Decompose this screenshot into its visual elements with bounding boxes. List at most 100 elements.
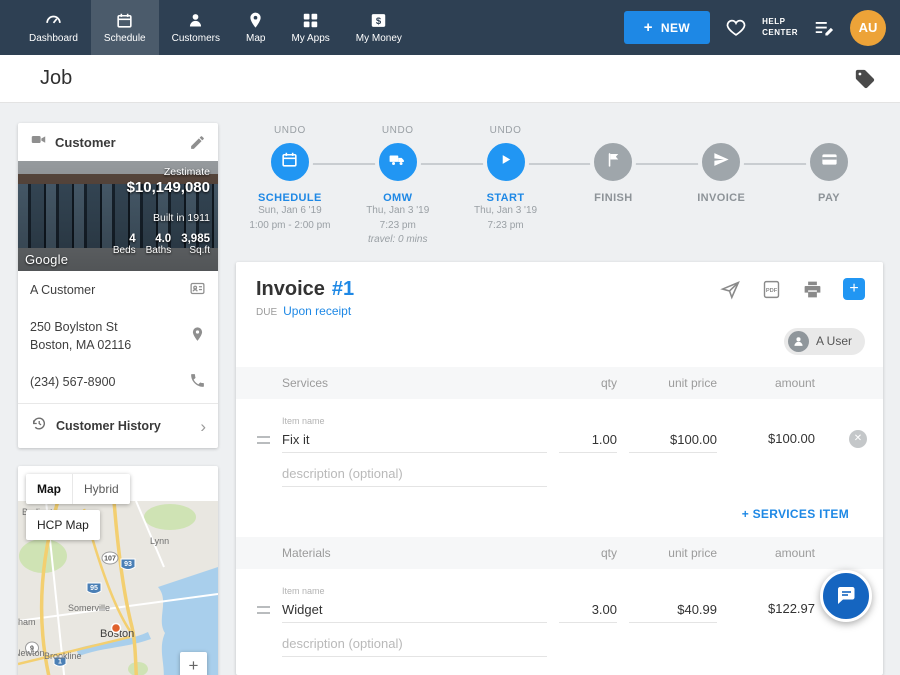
material-name-input[interactable] (282, 599, 547, 622)
calendar-icon (115, 11, 134, 30)
customer-name: A Customer (30, 283, 95, 297)
plus-icon: + (644, 20, 653, 35)
due-terms-link[interactable]: Upon receipt (283, 304, 351, 318)
svg-text:93: 93 (124, 561, 132, 568)
history-icon (30, 415, 47, 437)
built-year: Built in 1911 (127, 212, 210, 224)
content-area: Customer Zestimate $10,149,080 Built in … (0, 103, 900, 675)
send-icon (712, 150, 731, 174)
step-omw-button[interactable] (375, 139, 421, 185)
chat-fab-button[interactable] (820, 570, 872, 622)
nav-schedule[interactable]: Schedule (91, 0, 159, 55)
print-icon[interactable] (802, 279, 823, 300)
svg-text:95: 95 (90, 585, 98, 592)
user-avatar[interactable]: AU (850, 10, 886, 46)
main-column: UNDO SCHEDULE Sun, Jan 6 '19 1:00 pm - 2… (236, 123, 883, 675)
service-name-input[interactable] (282, 429, 547, 452)
step-schedule-button[interactable] (267, 139, 313, 185)
undo-schedule-button[interactable]: UNDO (274, 123, 306, 137)
step-start-button[interactable] (483, 139, 529, 185)
help-center-link[interactable]: HELP CENTER (762, 17, 798, 39)
svg-text:107: 107 (104, 556, 116, 563)
heart-hands-icon[interactable] (725, 17, 747, 39)
unit-price-column-header: unit price (629, 376, 717, 390)
step-finish-button[interactable] (590, 139, 636, 185)
nav-my-apps-label: My Apps (291, 33, 329, 44)
nav-dashboard[interactable]: Dashboard (16, 0, 91, 55)
unit-price-column-header: unit price (629, 546, 717, 560)
undo-start-button[interactable]: UNDO (490, 123, 522, 137)
chevron-right-icon: › (200, 418, 206, 435)
edit-list-icon[interactable] (813, 17, 835, 39)
add-services-item-button[interactable]: + SERVICES ITEM (742, 507, 849, 521)
step-invoice: INVOICE (667, 123, 775, 248)
material-item-row: Item name $122.97 (236, 569, 883, 623)
add-invoice-item-button[interactable]: + (843, 278, 865, 300)
customer-card-header: Customer (18, 123, 218, 161)
service-description-row (236, 453, 883, 503)
flag-icon (604, 150, 623, 174)
customer-card-title: Customer (55, 135, 181, 150)
zestimate-value: $10,149,080 (127, 179, 210, 196)
customer-address-row: 250 Boylston St Boston, MA 02116 (18, 309, 218, 363)
step-pay-label: PAY (818, 192, 840, 204)
material-description-input[interactable] (282, 633, 547, 656)
step-schedule-date: Sun, Jan 6 '19 (258, 204, 322, 219)
map-label-somerville: Somerville (68, 603, 110, 613)
app-root: Dashboard Schedule Customers Map My Apps… (0, 0, 900, 675)
map-zoom-control: + − (180, 652, 207, 675)
assignee-chip[interactable]: A User (784, 328, 865, 355)
beds-stat: 4Beds (113, 233, 136, 256)
invoice-header: Invoice #1 PDF + DUE Upon receipt (236, 262, 883, 318)
zoom-in-button[interactable]: + (180, 652, 207, 675)
remove-service-item-button[interactable]: ✕ (849, 430, 867, 448)
property-photo[interactable]: Zestimate $10,149,080 Built in 1911 4Bed… (18, 161, 218, 271)
service-unit-price-input[interactable] (629, 429, 717, 452)
material-qty-input[interactable] (559, 599, 617, 622)
drag-handle-icon[interactable] (257, 606, 270, 614)
property-stats: 4Beds 4.0Baths 3,985Sq.ft (113, 233, 210, 256)
edit-pencil-icon[interactable] (189, 134, 206, 151)
shield-93-icon: 93 (121, 559, 135, 570)
amount-column-header: amount (729, 376, 815, 390)
step-schedule-label: SCHEDULE (258, 192, 322, 204)
page-title: Job (40, 67, 72, 90)
credit-card-icon (820, 150, 839, 174)
pdf-icon[interactable]: PDF (761, 279, 782, 300)
contact-card-icon (189, 280, 206, 300)
material-unit-price-input[interactable] (629, 599, 717, 622)
nav-right-actions: + NEW HELP CENTER AU (624, 0, 886, 55)
service-description-input[interactable] (282, 463, 547, 486)
map-label-newton: Newton (18, 648, 45, 658)
customer-history-row[interactable]: Customer History › (18, 404, 218, 448)
drag-handle-icon[interactable] (257, 436, 270, 444)
customer-phone: (234) 567-8900 (30, 375, 115, 389)
map-label-brookline: Brookline (44, 651, 82, 661)
new-button[interactable]: + NEW (624, 11, 710, 44)
map-type-hybrid-button[interactable]: Hybrid (72, 474, 130, 504)
customer-history-label: Customer History (56, 419, 161, 433)
service-qty-input[interactable] (559, 429, 617, 452)
hcp-map-button[interactable]: HCP Map (26, 510, 100, 540)
zestimate-block: Zestimate $10,149,080 Built in 1911 (127, 166, 210, 224)
step-invoice-button[interactable] (698, 139, 744, 185)
nav-customers-label: Customers (172, 33, 220, 44)
materials-header: Materials (282, 546, 547, 560)
svg-text:PDF: PDF (766, 287, 778, 293)
nav-my-money[interactable]: $ My Money (343, 0, 415, 55)
nav-dashboard-label: Dashboard (29, 33, 78, 44)
nav-my-apps[interactable]: My Apps (278, 0, 342, 55)
job-tags-icon[interactable] (854, 68, 876, 90)
step-pay: PAY (775, 123, 883, 248)
send-invoice-icon[interactable] (720, 279, 741, 300)
undo-omw-button[interactable]: UNDO (382, 123, 414, 137)
amount-column-header: amount (729, 546, 815, 560)
nav-map[interactable]: Map (233, 0, 278, 55)
nav-map-label: Map (246, 33, 265, 44)
nav-customers[interactable]: Customers (159, 0, 233, 55)
dollar-icon: $ (369, 11, 388, 30)
service-amount: $100.00 (729, 431, 815, 453)
map-type-map-button[interactable]: Map (26, 474, 72, 504)
assignee-row: A User (236, 318, 883, 367)
step-pay-button[interactable] (806, 139, 852, 185)
